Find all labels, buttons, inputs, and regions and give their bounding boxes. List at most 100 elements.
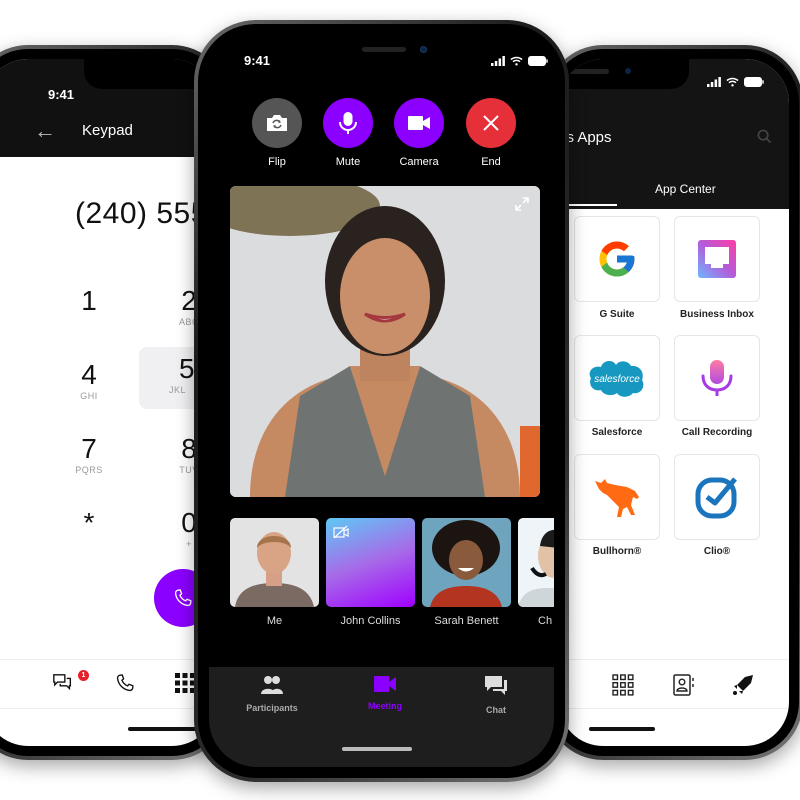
key-star[interactable]: * (49, 501, 129, 563)
end-call-button-circle[interactable] (466, 98, 516, 148)
control-label: Mute (335, 156, 361, 168)
mute-button[interactable]: Mute (323, 98, 373, 168)
key-digit: 4 (81, 359, 97, 390)
participant-thumb-partial[interactable] (518, 518, 554, 607)
tab-calls[interactable] (114, 672, 136, 699)
salesforce-logo-text: salesforce (594, 374, 640, 385)
video-camera-icon (408, 116, 430, 130)
close-icon (483, 115, 499, 131)
wifi-icon (726, 77, 739, 87)
participant-thumb-me[interactable] (230, 518, 319, 607)
status-icons (491, 56, 548, 66)
battery-icon (528, 56, 548, 66)
keypad-grid-icon (175, 673, 195, 693)
tab-bar: 1 (0, 659, 216, 709)
arrow-left-icon[interactable]: ← (34, 120, 56, 142)
tab-chat[interactable]: Chat (456, 675, 536, 715)
participant-thumb-sarah-benett[interactable] (422, 518, 511, 607)
speaker-video-image (230, 186, 540, 497)
app-label: Salesforce (591, 427, 643, 438)
camera-flip-icon (267, 115, 287, 131)
bullhorn-bull-icon (595, 479, 639, 517)
apps-grid-icon[interactable] (612, 674, 634, 696)
business-inbox-icon (698, 240, 736, 278)
camera-button-circle[interactable] (394, 98, 444, 148)
home-indicator (342, 747, 412, 751)
key-7[interactable]: 7 PQRS (49, 427, 129, 489)
front-camera (420, 46, 427, 53)
tab-meeting[interactable]: Meeting (345, 675, 425, 711)
apps-header: ss Apps s App Center (559, 59, 789, 209)
key-1[interactable]: 1 (49, 279, 129, 341)
search-icon[interactable] (757, 129, 772, 144)
chat-icon (53, 674, 72, 691)
meeting-screen: 9:41 Flip Mute Camera End Me John Collin… (209, 35, 554, 767)
speaker (569, 69, 609, 74)
camera-button[interactable]: Camera (394, 98, 444, 168)
app-label: Bullhorn® (592, 546, 642, 557)
app-card-business-inbox[interactable] (674, 216, 760, 302)
tab-label: Participants (246, 703, 298, 713)
tab-keypad[interactable] (174, 672, 196, 699)
main-video-feed[interactable] (230, 186, 540, 497)
control-label: End (481, 156, 501, 168)
participant-name: John Collins (340, 615, 401, 627)
apps-screen: ss Apps s App Center G Suite (559, 59, 789, 746)
tab-label: Meeting (367, 701, 402, 711)
tab-participants[interactable]: Participants (232, 675, 312, 713)
google-g-icon (599, 241, 635, 277)
participant-video-image (230, 518, 319, 607)
tab-label: Chat (486, 705, 506, 715)
app-card-bullhorn[interactable] (574, 454, 660, 540)
microphone-icon (701, 360, 733, 396)
video-off-icon (333, 525, 349, 539)
keypad-header: 9:41 ← Keypad (0, 59, 216, 157)
front-camera (625, 68, 631, 74)
rocket-icon[interactable] (731, 673, 755, 697)
participant-video-image (518, 518, 554, 607)
wifi-icon (510, 56, 523, 66)
battery-icon (744, 77, 764, 87)
participant-name: Sarah Benett (434, 615, 499, 627)
contacts-icon[interactable] (672, 673, 696, 697)
mute-button-circle[interactable] (323, 98, 373, 148)
notch (559, 59, 689, 89)
meeting-phone: 9:41 Flip Mute Camera End Me John Collin… (194, 20, 569, 782)
key-digit: 7 (81, 433, 97, 464)
app-label: Call Recording (681, 427, 753, 438)
meeting-tab-bar: Participants Meeting Chat (209, 667, 554, 767)
key-4[interactable]: 4 GHI (49, 353, 129, 415)
end-call-button[interactable]: End (466, 98, 516, 168)
app-card-gsuite[interactable] (574, 216, 660, 302)
signal-icon (491, 56, 505, 66)
tab-app-center[interactable]: App Center (655, 182, 716, 196)
app-card-clio[interactable] (674, 454, 760, 540)
control-label: Flip (268, 156, 286, 168)
video-camera-icon (374, 676, 396, 692)
page-title: Keypad (82, 122, 133, 139)
phone-bezel: ss Apps s App Center G Suite (549, 49, 799, 756)
participant-name: Me (266, 615, 283, 627)
expand-icon[interactable] (514, 196, 530, 212)
key-digit: 1 (81, 285, 97, 316)
key-letters: PQRS (75, 465, 103, 475)
flip-button[interactable]: Flip (252, 98, 302, 168)
tab-chat[interactable]: 1 (52, 670, 89, 699)
clio-check-icon (695, 477, 737, 519)
apps-phone: ss Apps s App Center G Suite (545, 45, 800, 760)
app-card-call-recording[interactable] (674, 335, 760, 421)
app-card-salesforce[interactable]: salesforce (574, 335, 660, 421)
speaker (362, 47, 406, 52)
participant-thumb-john-collins[interactable] (326, 518, 415, 607)
phone-bezel: 9:41 ← Keypad (240) 555 1 2 ABC 4 GHI 5 … (0, 49, 226, 756)
flip-button-circle[interactable] (252, 98, 302, 148)
keypad-screen: 9:41 ← Keypad (240) 555 1 2 ABC 4 GHI 5 … (0, 59, 216, 746)
participant-name: Ch (538, 615, 553, 627)
status-icons (707, 77, 764, 87)
app-label: Clio® (703, 546, 731, 557)
signal-icon (707, 77, 721, 87)
key-digit: * (83, 507, 95, 538)
phone-icon (174, 589, 192, 607)
phone-bezel: 9:41 Flip Mute Camera End Me John Collin… (198, 24, 565, 778)
chat-icon (485, 676, 507, 695)
